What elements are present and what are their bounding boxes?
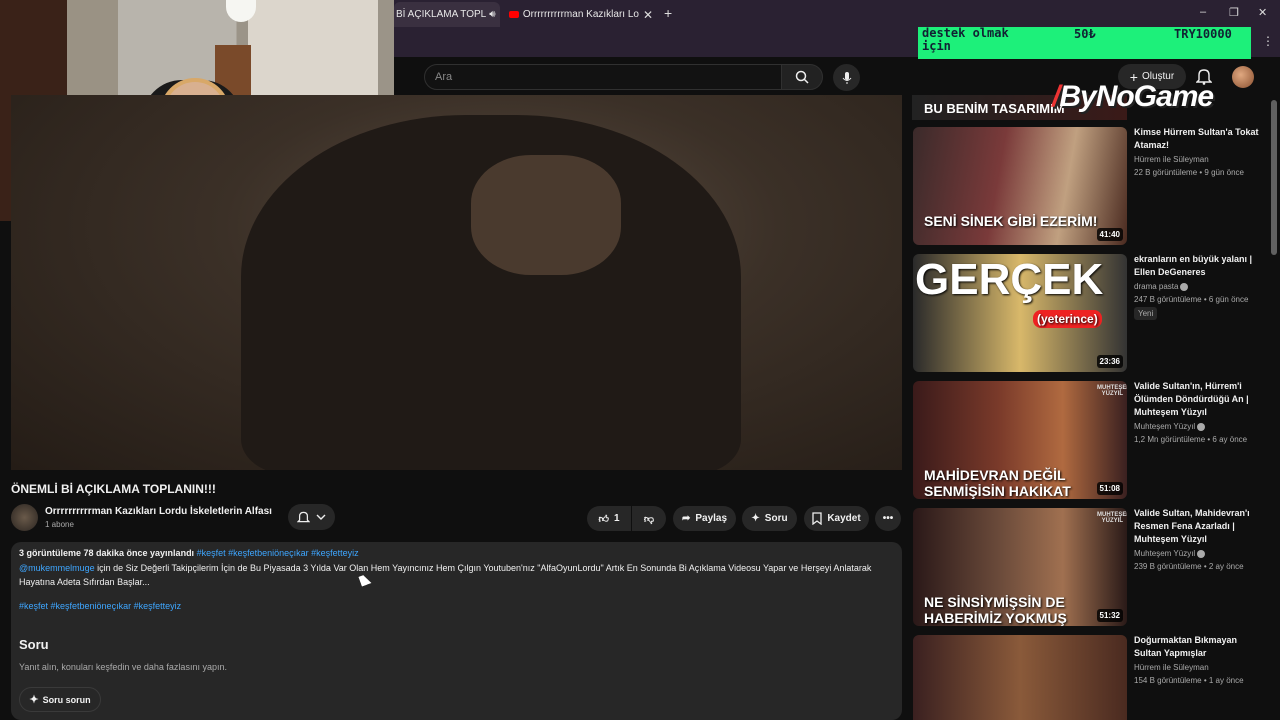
hashtag-links[interactable]: #keşfet #keşfetbeniöneçıkar #keşfetteyiz [197,548,359,558]
youtube-favicon-icon [509,11,519,18]
video-title[interactable]: Valide Sultan'ın, Hürrem'i Ölümden Döndü… [1134,380,1262,419]
chevron-down-icon [316,514,326,520]
video-title[interactable]: Kimse Hürrem Sultan'a Tokat Atamaz! [1134,126,1262,152]
ask-section-heading: Soru [19,637,49,652]
search-button[interactable] [781,64,823,90]
thumbnail-brand: MUHTEŞEM YÜZYIL [1097,512,1127,524]
video-thumbnail[interactable]: MUHTEŞEM YÜZYIL NE SİNSİYMİŞSİN DE HABER… [913,508,1127,626]
description-body: için de Siz Değerli Takipçilerim İçin de… [19,563,872,587]
thumbs-down-icon: 👎︎ [643,513,655,525]
view-count-and-date: 3 görüntüleme 78 dakika önce yayınlandı [19,548,195,558]
ask-question-label: Soru sorun [42,694,91,705]
video-channel[interactable]: drama pasta [1134,282,1189,291]
description-hashtags[interactable]: #keşfet #keşfetbeniöneçıkar #keşfetteyiz [19,601,181,611]
video-title[interactable]: ekranların en büyük yalanı | Ellen DeGen… [1134,253,1262,279]
video-duration: 41:40 [1096,228,1123,241]
video-thumbnail[interactable]: GERÇEK (yeterince) 23:36 [913,254,1127,372]
video-meta: 1,2 Mn görüntüleme • 6 ay önce [1134,435,1248,444]
thumbs-up-icon: 👍︎ [598,513,609,525]
video-duration: 23:36 [1096,355,1123,368]
video-title[interactable]: Valide Sultan, Mahidevran'ı Resmen Fena … [1134,507,1262,546]
share-button[interactable]: ➦ Paylaş [673,506,736,531]
browser-menu-icon[interactable]: ⋮ [1262,34,1274,48]
share-label: Paylaş [695,513,728,524]
tab-title: Orrrrrrrrrrman Kazıkları Lordu İ [522,9,639,20]
video-title[interactable]: Doğurmaktan Bıkmayan Sultan Yapmışlar [1134,634,1262,660]
bell-icon [297,511,310,523]
donation-alert: destek olmak için 50₺ TRY10000 [918,27,1251,59]
close-tab-icon[interactable]: ✕ [496,8,501,22]
donation-amount: 50₺ [1074,27,1096,41]
save-button[interactable]: Kaydet [804,506,869,531]
microphone-icon [842,71,851,84]
video-channel[interactable]: Hürrem ile Süleyman [1134,663,1209,672]
browser-tab-active[interactable]: Bİ AÇIKLAMA TOPL 🔊︎ ✕ [394,2,500,27]
verified-icon [1197,422,1206,431]
user-avatar[interactable] [1232,66,1254,88]
save-label: Kaydet [827,513,861,524]
video-meta: 247 B görüntüleme • 6 gün önce [1134,295,1249,304]
verified-icon [1197,549,1206,558]
thumbnail-caption: BU BENİM TASARIMIM [924,101,1065,116]
subscriber-count: 1 abone [45,520,74,529]
video-meta: 154 B görüntüleme • 1 ay önce [1134,676,1244,685]
video-title: ÖNEMLİ Bİ AÇIKLAMA TOPLANIN!!! [11,482,216,496]
video-thumbnail[interactable]: SENİ SİNEK GİBİ EZERİM! 41:40 [913,127,1127,245]
restore-button[interactable]: ❐ [1229,6,1239,19]
more-actions-icon[interactable]: ••• [875,506,901,531]
mention-link[interactable]: @mukemmelmuge [19,563,95,573]
channel-avatar[interactable] [11,504,38,531]
like-button[interactable]: 👍︎ 1 [587,506,631,531]
sparkle-icon: ✦ [29,694,39,706]
donation-target: TRY10000 [1174,27,1232,41]
video-thumbnail[interactable] [913,635,1127,720]
channel-label: Muhteşem Yüzyıl [1134,549,1196,558]
close-tab-icon[interactable]: ✕ [639,8,657,22]
sparkle-icon: ✦ [751,513,760,524]
like-count: 1 [613,513,620,524]
description-text: @mukemmelmuge için de Siz Değerli Takipç… [19,561,895,589]
ask-question-button[interactable]: ✦ Soru sorun [19,687,101,712]
thumbnail-caption-secondary: (yeterince) [1033,310,1102,328]
video-thumbnail[interactable]: MUHTEŞEM YÜZYIL MAHİDEVRAN DEĞİL SENMİŞİ… [913,381,1127,499]
video-duration: 51:32 [1096,609,1123,622]
share-icon: ➦ [681,513,691,524]
video-meta: 22 B görüntüleme • 9 gün önce [1134,168,1244,177]
channel-label: Muhteşem Yüzyıl [1134,422,1196,431]
ask-label: Soru [764,513,788,524]
verified-icon [1180,282,1189,291]
video-channel[interactable]: Muhteşem Yüzyıl [1134,422,1206,431]
search-icon [795,70,809,84]
description-meta: 3 görüntüleme 78 dakika önce yayınlandı … [19,548,359,558]
ask-section-subtitle: Yanıt alın, konuları keşfedin ve daha fa… [19,662,227,672]
video-channel[interactable]: Hürrem ile Süleyman [1134,155,1209,164]
minimize-button[interactable]: – [1200,6,1206,18]
logo-text: ByNoGame [1059,80,1214,113]
dislike-button[interactable]: 👎︎ [632,506,666,531]
channel-label: drama pasta [1134,282,1179,291]
scrollbar-thumb[interactable] [1271,100,1277,255]
voice-search-button[interactable] [833,64,860,91]
thumbnail-caption: GERÇEK [915,255,1104,304]
tab-title: Bİ AÇIKLAMA TOPL [396,9,487,20]
video-channel[interactable]: Muhteşem Yüzyıl [1134,549,1206,558]
donation-text: destek olmak için [922,26,1009,53]
thumbnail-brand: MUHTEŞEM YÜZYIL [1097,385,1127,397]
new-tab-button[interactable]: + [664,5,672,21]
bookmark-icon [812,512,822,525]
thumbnail-caption: SENİ SİNEK GİBİ EZERİM! [924,213,1098,229]
video-duration: 51:08 [1096,482,1123,495]
search-input[interactable]: Ara [424,64,782,90]
new-badge: Yeni [1134,307,1158,320]
video-player[interactable] [11,95,902,470]
ask-button[interactable]: ✦ Soru [742,506,797,531]
channel-name[interactable]: Orrrrrrrrrrman Kazıkları Lordu İskeletle… [45,506,272,517]
browser-tab[interactable]: Orrrrrrrrrrman Kazıkları Lordu İ ✕ [505,2,657,27]
close-window-button[interactable]: ✕ [1258,6,1267,19]
video-meta: 239 B görüntüleme • 2 ay önce [1134,562,1244,571]
bynogame-logo: /ByNoGame [1052,80,1214,113]
subscription-bell-button[interactable] [288,504,335,530]
